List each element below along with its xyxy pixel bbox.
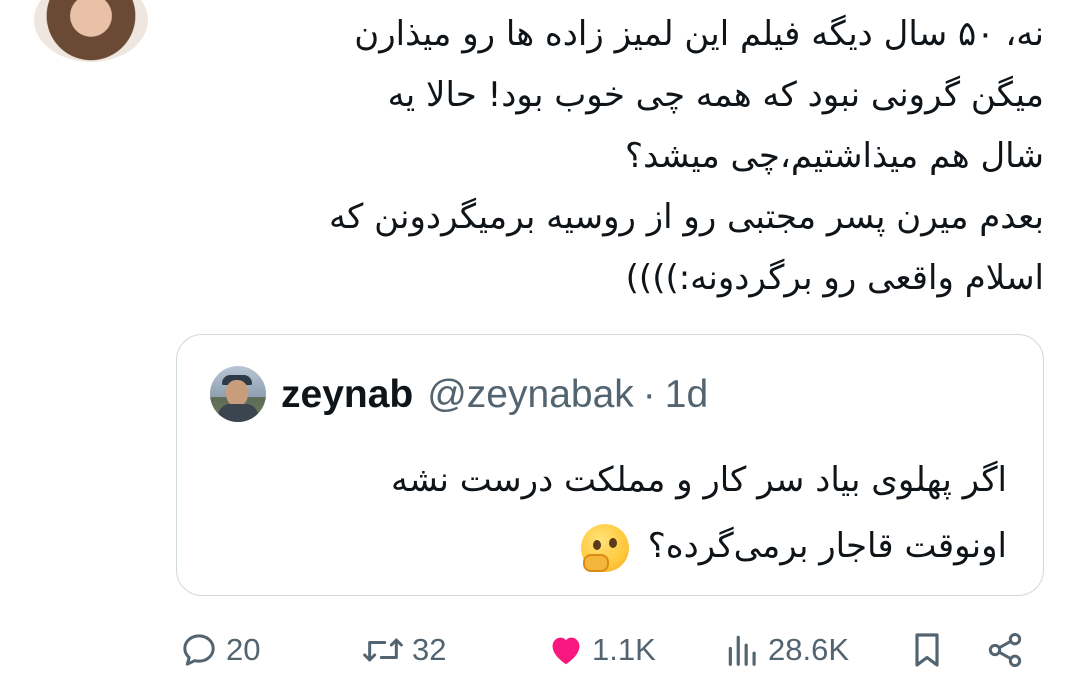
reply-button[interactable]: 20 [178, 628, 260, 672]
author-avatar[interactable] [34, 0, 148, 62]
reply-count: 20 [226, 632, 261, 667]
quoted-text-line-2: اونوقت قاجار برمی‌گرده؟ [647, 526, 1007, 566]
like-button[interactable]: 1.1K [546, 628, 656, 672]
quoted-tweet-header: zeynab @zeynabak · 1d [281, 367, 708, 423]
tweet-text: نه، ۵۰ سال دیگه فیلم این لمیز زاده ها رو… [328, 14, 1044, 298]
views-count: 28.6K [768, 632, 850, 667]
separator-dot: · [642, 373, 656, 416]
quoted-author-name[interactable]: zeynab [281, 373, 413, 417]
quoted-author-handle[interactable]: @zeynabak [427, 373, 634, 417]
quoted-text-line-1: اگر پهلوی بیاد سر کار و مملکت درست نشه [390, 460, 1007, 500]
like-count: 1.1K [592, 632, 656, 667]
share-icon [988, 633, 1022, 667]
avatar-face [226, 380, 248, 406]
quoted-tweet-text: اگر پهلوی بیاد سر کار و مملکت درست نشه ا… [247, 447, 1007, 579]
bookmark-button[interactable] [907, 628, 947, 672]
quoted-author-avatar[interactable] [210, 366, 266, 422]
reply-icon [183, 634, 215, 666]
bookmark-icon [915, 633, 939, 667]
heart-icon [552, 637, 580, 665]
views-bar-chart-icon [728, 635, 756, 666]
quoted-tweet-time[interactable]: 1d [665, 373, 708, 417]
retweet-icon [363, 638, 403, 662]
share-button[interactable] [985, 628, 1025, 672]
quoted-tweet[interactable]: zeynab @zeynabak · 1d اگر پهلوی بیاد سر … [176, 334, 1044, 596]
thinking-face-emoji-icon [580, 523, 629, 572]
tweet-action-bar: 20 32 1.1K 28.6K [0, 620, 1080, 680]
avatar-body [218, 404, 258, 422]
views-button[interactable]: 28.6K [724, 628, 849, 672]
retweet-button[interactable]: 32 [360, 628, 446, 672]
retweet-count: 32 [412, 632, 447, 667]
